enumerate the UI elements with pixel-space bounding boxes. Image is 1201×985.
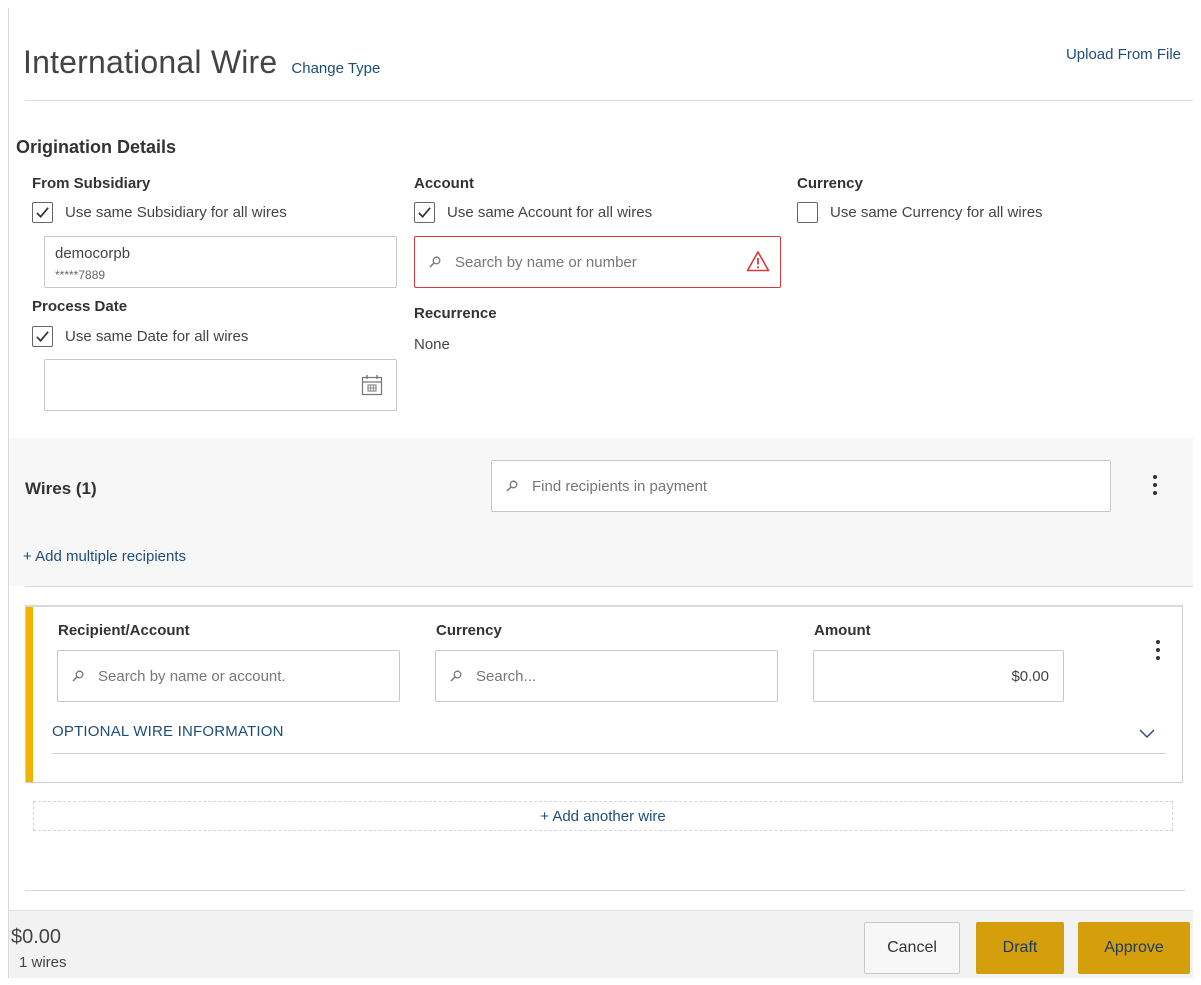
currency-label: Currency: [797, 175, 863, 192]
search-icon: [450, 670, 462, 682]
same-date-checkbox[interactable]: [32, 326, 53, 347]
total-amount: $0.00: [11, 926, 62, 948]
amount-value: $0.00: [1011, 667, 1049, 685]
cancel-button[interactable]: Cancel: [864, 922, 960, 974]
wire-card-accent: [26, 607, 33, 782]
account-search-placeholder: Search by name or number: [455, 253, 637, 271]
wire-currency-placeholder: Search...: [476, 667, 537, 685]
wire-form: International Wire Change Type Upload Fr…: [8, 8, 1193, 978]
same-subsidiary-checkbox[interactable]: [32, 202, 53, 223]
same-subsidiary-checkbox-label: Use same Subsidiary for all wires: [65, 204, 287, 221]
process-date-input[interactable]: [44, 359, 397, 411]
subsidiary-select[interactable]: democorpb *****7889: [44, 236, 397, 288]
optional-info-divider: [52, 753, 1166, 754]
change-type-link[interactable]: Change Type: [291, 60, 380, 77]
add-another-wire-button[interactable]: + Add another wire: [33, 801, 1173, 831]
warning-icon: [746, 251, 770, 272]
from-subsidiary-label: From Subsidiary: [32, 175, 151, 192]
same-account-checkbox[interactable]: [414, 202, 435, 223]
wire-card: Recipient/Account Search by name or acco…: [25, 605, 1183, 783]
optional-wire-information-toggle[interactable]: OPTIONAL WIRE INFORMATION: [52, 723, 284, 740]
recurrence-value: None: [414, 336, 450, 353]
header-divider: [25, 100, 1193, 101]
checkmark-icon: [36, 207, 49, 218]
subsidiary-name: democorpb: [55, 245, 131, 262]
recipient-search-input[interactable]: Search by name or account.: [57, 650, 400, 702]
same-account-checkbox-label: Use same Account for all wires: [447, 204, 653, 221]
page-header: International Wire Change Type: [23, 44, 380, 81]
total-wire-count: 1 wires: [19, 954, 67, 971]
wires-area-divider: [25, 890, 1185, 891]
same-account-checkbox-row[interactable]: Use same Account for all wires: [414, 202, 652, 223]
wires-more-options-icon[interactable]: [1146, 475, 1164, 495]
wires-title: Wires (1): [25, 479, 97, 498]
recipient-search-content: Search by name or account.: [72, 651, 286, 701]
upload-from-file-link[interactable]: Upload From File: [1066, 46, 1181, 63]
amount-input[interactable]: $0.00: [813, 650, 1064, 702]
checkmark-icon: [418, 207, 431, 218]
approve-button[interactable]: Approve: [1078, 922, 1190, 974]
find-recipients-placeholder: Find recipients in payment: [532, 477, 708, 495]
subsidiary-account: *****7889: [55, 268, 106, 282]
same-subsidiary-checkbox-row[interactable]: Use same Subsidiary for all wires: [32, 202, 287, 223]
wires-divider: [25, 586, 1193, 587]
origination-details-title: Origination Details: [16, 137, 177, 157]
same-date-checkbox-label: Use same Date for all wires: [65, 328, 249, 345]
recipient-account-label: Recipient/Account: [58, 622, 190, 639]
recurrence-label: Recurrence: [414, 305, 497, 322]
calendar-icon[interactable]: [360, 373, 384, 397]
find-recipients-input[interactable]: Find recipients in payment: [491, 460, 1111, 512]
checkmark-icon: [36, 331, 49, 342]
search-icon: [506, 480, 518, 492]
find-recipients-content: Find recipients in payment: [506, 461, 707, 511]
recipient-search-placeholder: Search by name or account.: [98, 667, 286, 685]
search-icon: [72, 670, 84, 682]
process-date-label: Process Date: [32, 298, 128, 315]
same-currency-checkbox[interactable]: [797, 202, 818, 223]
amount-label: Amount: [814, 622, 871, 639]
search-icon: [429, 256, 441, 268]
chevron-down-icon[interactable]: [1138, 727, 1156, 739]
wire-currency-search-content: Search...: [450, 651, 536, 701]
wire-currency-label: Currency: [436, 622, 502, 639]
draft-button[interactable]: Draft: [976, 922, 1064, 974]
same-date-checkbox-row[interactable]: Use same Date for all wires: [32, 326, 248, 347]
add-multiple-recipients-link[interactable]: + Add multiple recipients: [23, 548, 186, 565]
account-search-content: Search by name or number: [429, 237, 637, 287]
account-label: Account: [414, 175, 474, 192]
account-search-input[interactable]: Search by name or number: [414, 236, 781, 288]
same-currency-checkbox-row[interactable]: Use same Currency for all wires: [797, 202, 1043, 223]
page-title: International Wire: [23, 44, 278, 80]
wire-more-options-icon[interactable]: [1149, 640, 1167, 660]
same-currency-checkbox-label: Use same Currency for all wires: [830, 204, 1043, 221]
wire-currency-search-input[interactable]: Search...: [435, 650, 778, 702]
